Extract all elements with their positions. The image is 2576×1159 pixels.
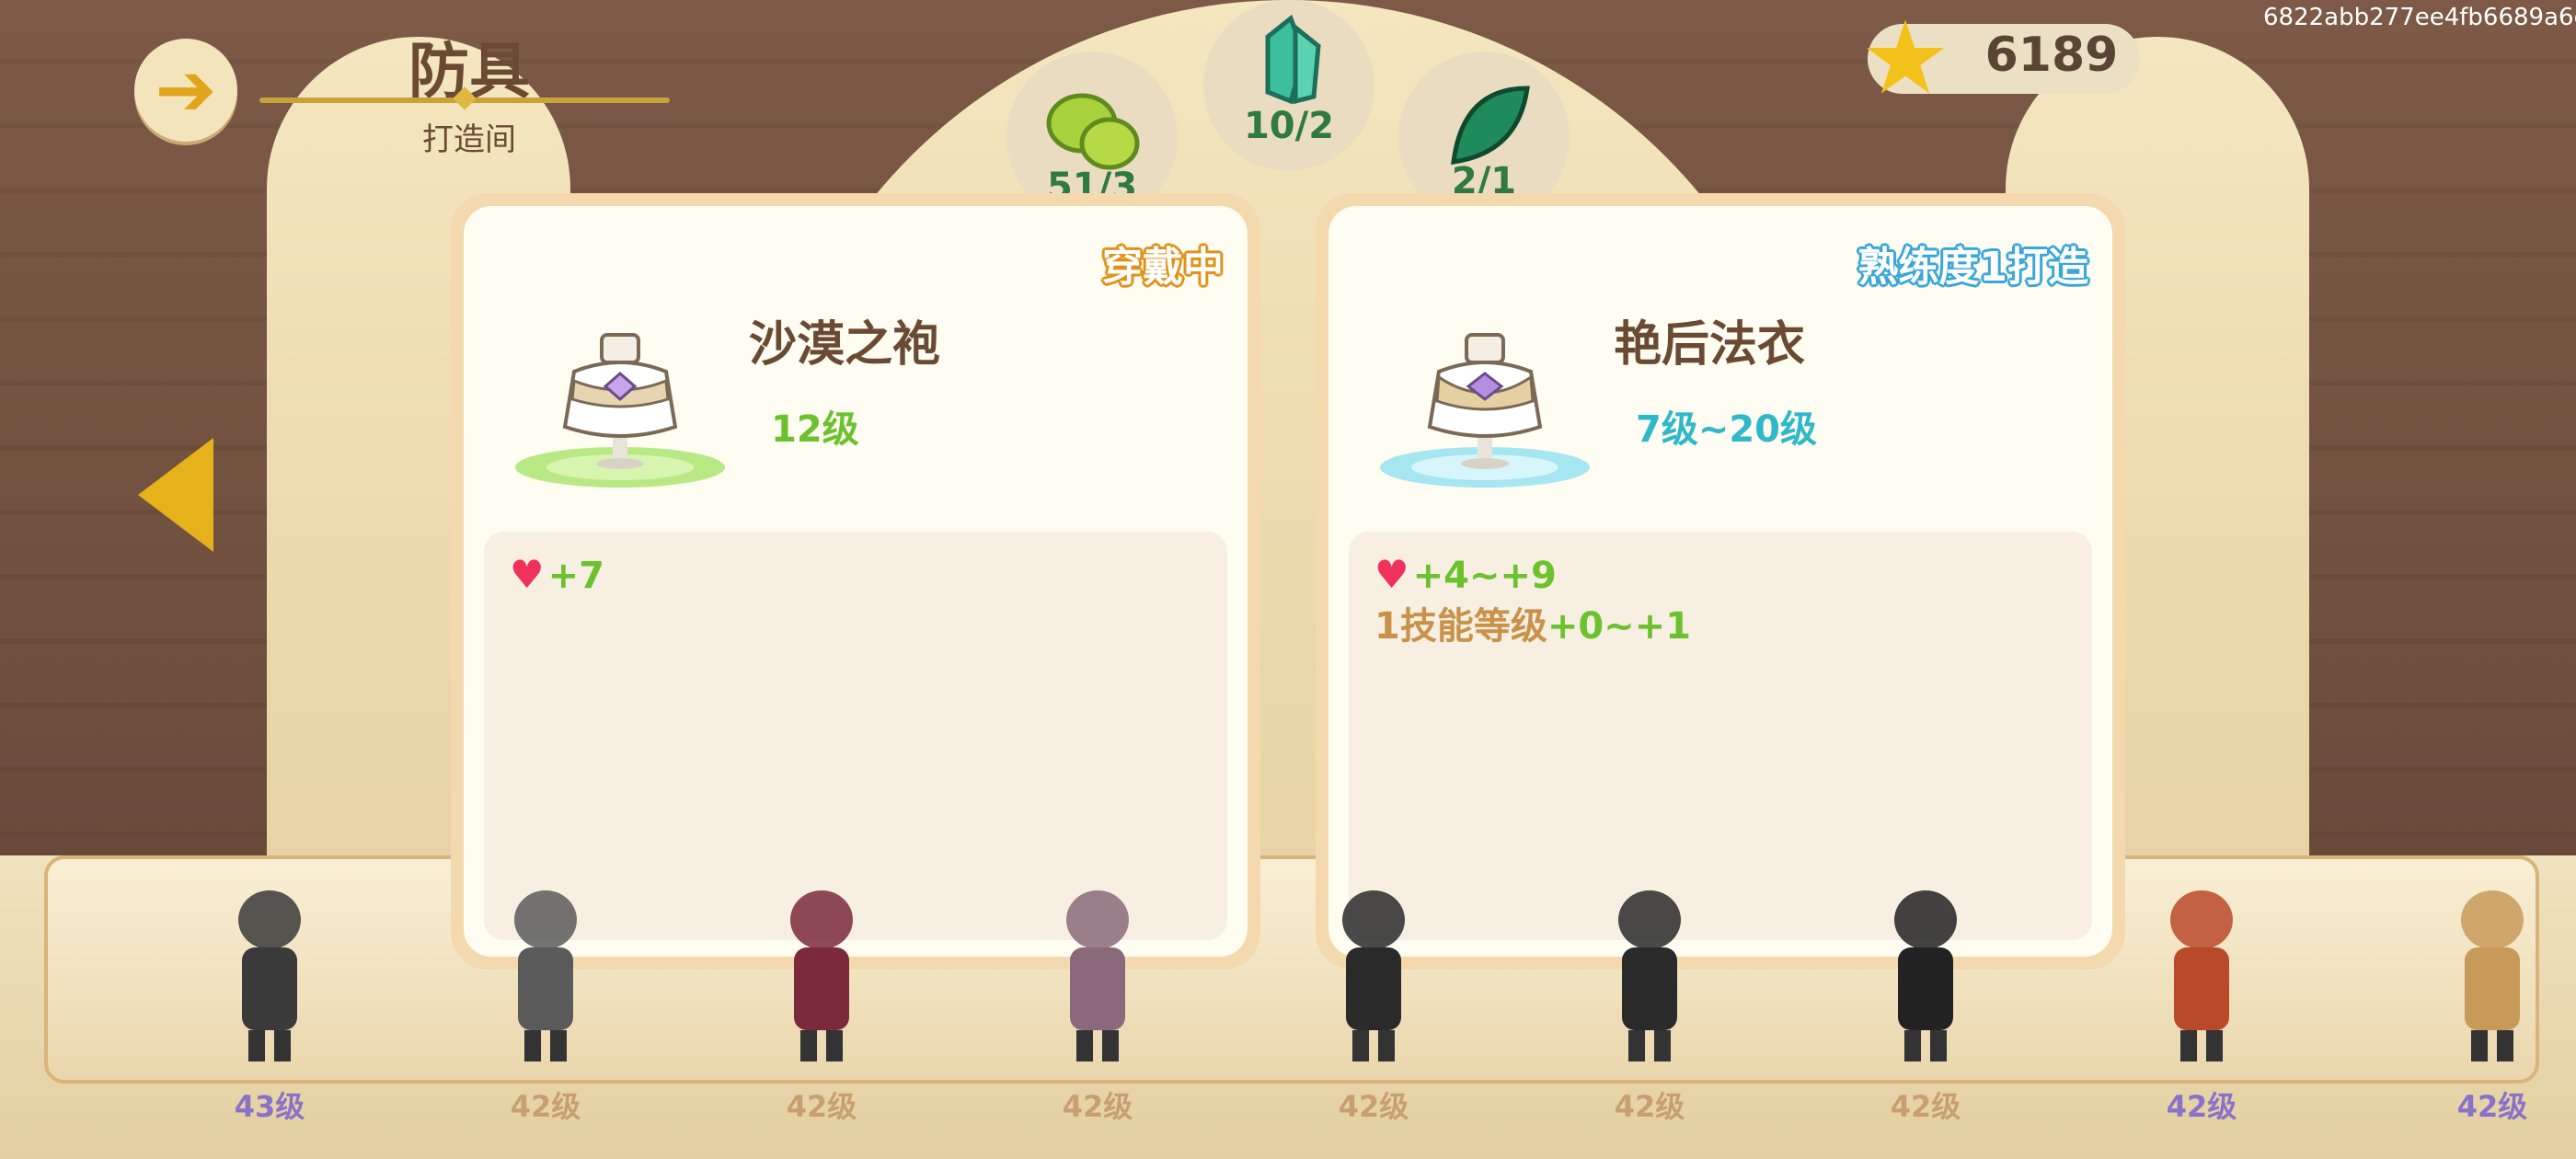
character-sprite[interactable] — [1581, 883, 1719, 1067]
stat-line: ♥ +4~+9 — [1374, 552, 1557, 597]
card-body: 穿戴中 沙漠之袍 12级 ♥ +7 — [464, 206, 1248, 957]
robe-mannequin-icon — [1380, 333, 1590, 488]
character-sprite[interactable] — [2133, 883, 2271, 1067]
equipment-name: 沙漠之袍 — [749, 317, 941, 373]
stats-panel: ♥ +4~+9 1技能等级+0~+1 — [1349, 532, 2092, 940]
character-level: 42级 — [786, 1089, 857, 1124]
stats-panel: ♥ +7 — [484, 532, 1227, 940]
stat-value: +7 — [547, 555, 605, 597]
material-slot-2[interactable]: 10/2 — [1203, 0, 1374, 171]
character-sprite[interactable] — [201, 883, 339, 1067]
skill-stat-value: +0~+1 — [1547, 605, 1692, 648]
character-level: 42级 — [2166, 1089, 2237, 1124]
character-level: 42级 — [1338, 1089, 1409, 1124]
card-body: 熟练度1打造 艳后法衣 7级~20级 ♥ +4~+9 1技能等级+0~+1 — [1328, 206, 2112, 957]
robe-mannequin-icon — [515, 333, 725, 488]
back-arrow-icon: ➔ — [155, 47, 217, 132]
heart-icon: ♥ — [510, 552, 545, 597]
previous-page-arrow-icon[interactable] — [138, 438, 213, 552]
character-level: 43级 — [234, 1089, 305, 1124]
heart-icon: ♥ — [1374, 552, 1409, 597]
character-level: 42级 — [2456, 1089, 2528, 1124]
equipment-level: 7级~20级 — [1636, 408, 1818, 451]
character-sprite[interactable] — [753, 883, 891, 1067]
character-level: 42级 — [1890, 1089, 1961, 1124]
equipped-badge: 穿戴中 — [1102, 244, 1224, 291]
equipment-card-current[interactable]: 穿戴中 沙漠之袍 12级 ♥ +7 — [451, 193, 1260, 970]
character-level: 42级 — [1614, 1089, 1685, 1124]
character-level: 42级 — [510, 1089, 581, 1124]
star-currency-amount: 6189 — [1984, 28, 2119, 83]
page-subtitle: 打造间 — [422, 121, 516, 158]
equipment-card-new[interactable]: 熟练度1打造 艳后法衣 7级~20级 ♥ +4~+9 1技能等级+0~+1 — [1316, 193, 2125, 970]
stat-value: +4~+9 — [1412, 555, 1557, 597]
character-sprite[interactable] — [1305, 883, 1443, 1067]
character-level: 42级 — [1062, 1089, 1133, 1124]
watermark-id: 6822abb277ee4fb6689a6cb0 — [2263, 4, 2576, 31]
equipment-name: 艳后法衣 — [1614, 317, 1806, 373]
material-count: 10/2 — [1243, 105, 1335, 147]
character-sprite[interactable] — [477, 883, 615, 1067]
character-sprite[interactable] — [1857, 883, 1995, 1067]
skill-stat-line: 1技能等级+0~+1 — [1374, 596, 1691, 649]
star-icon: ★ — [1859, 0, 1951, 117]
character-sprite[interactable] — [2423, 883, 2561, 1067]
proficiency-badge: 熟练度1打造 — [1857, 244, 2088, 291]
back-button[interactable]: ➔ — [134, 39, 237, 142]
equipment-level: 12级 — [771, 408, 859, 451]
stat-line: ♥ +7 — [510, 552, 604, 597]
character-sprite[interactable] — [1029, 883, 1167, 1067]
skill-stat-label: 1技能等级 — [1374, 605, 1547, 648]
